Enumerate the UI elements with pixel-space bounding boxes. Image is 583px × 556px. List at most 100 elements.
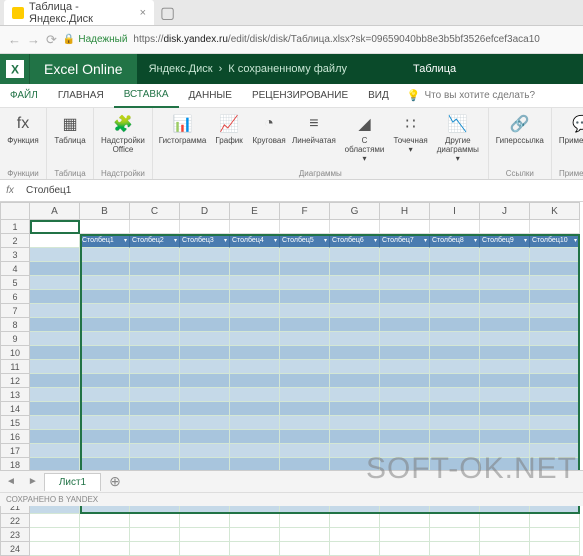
cell[interactable] <box>530 402 580 416</box>
cell[interactable] <box>530 304 580 318</box>
cell[interactable] <box>480 388 530 402</box>
row-header[interactable]: 13 <box>0 388 30 402</box>
cell[interactable] <box>30 542 80 556</box>
row-header[interactable]: 3 <box>0 248 30 262</box>
cell[interactable] <box>230 402 280 416</box>
row-header[interactable]: 5 <box>0 276 30 290</box>
cell[interactable] <box>30 430 80 444</box>
cell[interactable] <box>230 542 280 556</box>
cell[interactable] <box>380 332 430 346</box>
cell[interactable] <box>130 374 180 388</box>
filter-dropdown-icon[interactable]: ▾ <box>274 237 277 244</box>
cell[interactable] <box>530 542 580 556</box>
cell[interactable] <box>430 360 480 374</box>
cell[interactable] <box>430 332 480 346</box>
row-header[interactable]: 12 <box>0 374 30 388</box>
cell[interactable] <box>530 444 580 458</box>
cell[interactable] <box>30 346 80 360</box>
reload-button[interactable]: ⟳ <box>46 32 57 48</box>
row-header[interactable]: 11 <box>0 360 30 374</box>
cell[interactable] <box>430 402 480 416</box>
cell[interactable] <box>380 388 430 402</box>
cell[interactable] <box>130 514 180 528</box>
address-url[interactable]: https://disk.yandex.ru/edit/disk/disk/Та… <box>133 34 575 45</box>
cell[interactable] <box>80 248 130 262</box>
row-header[interactable]: 8 <box>0 318 30 332</box>
bc-service[interactable]: Яндекс.Диск <box>149 63 213 75</box>
cell[interactable] <box>230 276 280 290</box>
filter-dropdown-icon[interactable]: ▾ <box>174 237 177 244</box>
cell[interactable] <box>430 514 480 528</box>
cell[interactable] <box>30 402 80 416</box>
cell[interactable] <box>480 290 530 304</box>
cell[interactable] <box>480 374 530 388</box>
row-header[interactable]: 23 <box>0 528 30 542</box>
new-tab-button[interactable]: ▢ <box>160 3 175 23</box>
table-header-cell[interactable]: Столбец8▾ <box>430 234 480 248</box>
ribbon-функция[interactable]: fxФункция <box>4 111 42 148</box>
cell[interactable] <box>30 304 80 318</box>
ribbon-круговая[interactable]: ◔Круговая <box>250 111 288 165</box>
cell[interactable] <box>30 374 80 388</box>
cell[interactable] <box>280 332 330 346</box>
col-header-F[interactable]: F <box>280 202 330 220</box>
cell[interactable] <box>230 514 280 528</box>
cell[interactable] <box>280 276 330 290</box>
table-header-cell[interactable]: Столбец10▾ <box>530 234 580 248</box>
cell[interactable] <box>530 332 580 346</box>
cell[interactable] <box>430 318 480 332</box>
row-header[interactable]: 10 <box>0 346 30 360</box>
cell[interactable] <box>480 248 530 262</box>
cell[interactable] <box>380 402 430 416</box>
security-indicator[interactable]: 🔒 Надежный <box>63 34 128 45</box>
cell[interactable] <box>430 290 480 304</box>
cell[interactable] <box>80 346 130 360</box>
cell[interactable] <box>380 514 430 528</box>
cell[interactable] <box>480 430 530 444</box>
cell[interactable] <box>380 262 430 276</box>
cell[interactable] <box>280 262 330 276</box>
cell[interactable] <box>480 332 530 346</box>
ribbon-примечание[interactable]: 💬Примечание <box>556 111 583 148</box>
cell[interactable] <box>80 318 130 332</box>
cell[interactable] <box>130 360 180 374</box>
cell[interactable] <box>230 304 280 318</box>
cell[interactable] <box>380 444 430 458</box>
row-header[interactable]: 2 <box>0 234 30 248</box>
cell[interactable] <box>480 416 530 430</box>
cell[interactable] <box>430 388 480 402</box>
cell[interactable] <box>280 542 330 556</box>
cell[interactable] <box>80 528 130 542</box>
cell[interactable] <box>280 416 330 430</box>
row-header[interactable]: 17 <box>0 444 30 458</box>
col-header-D[interactable]: D <box>180 202 230 220</box>
cell[interactable] <box>230 444 280 458</box>
cell[interactable] <box>80 374 130 388</box>
cell[interactable] <box>480 542 530 556</box>
table-header-cell[interactable]: Столбец3▾ <box>180 234 230 248</box>
cell[interactable] <box>480 528 530 542</box>
cell[interactable] <box>380 248 430 262</box>
cell[interactable] <box>530 318 580 332</box>
cell[interactable] <box>130 290 180 304</box>
cell[interactable] <box>30 332 80 346</box>
row-header[interactable]: 7 <box>0 304 30 318</box>
cell[interactable] <box>480 346 530 360</box>
cell[interactable] <box>80 388 130 402</box>
cell[interactable] <box>430 430 480 444</box>
cell[interactable] <box>80 262 130 276</box>
cell[interactable] <box>330 262 380 276</box>
cell[interactable] <box>330 318 380 332</box>
cell[interactable] <box>230 290 280 304</box>
cell[interactable] <box>80 402 130 416</box>
cell[interactable] <box>380 304 430 318</box>
row-header[interactable]: 24 <box>0 542 30 556</box>
cell[interactable] <box>330 374 380 388</box>
cell[interactable] <box>230 346 280 360</box>
cell[interactable] <box>330 360 380 374</box>
filter-dropdown-icon[interactable]: ▾ <box>224 237 227 244</box>
cell[interactable] <box>330 402 380 416</box>
row-header[interactable]: 22 <box>0 514 30 528</box>
cell[interactable] <box>230 528 280 542</box>
cell[interactable] <box>30 514 80 528</box>
